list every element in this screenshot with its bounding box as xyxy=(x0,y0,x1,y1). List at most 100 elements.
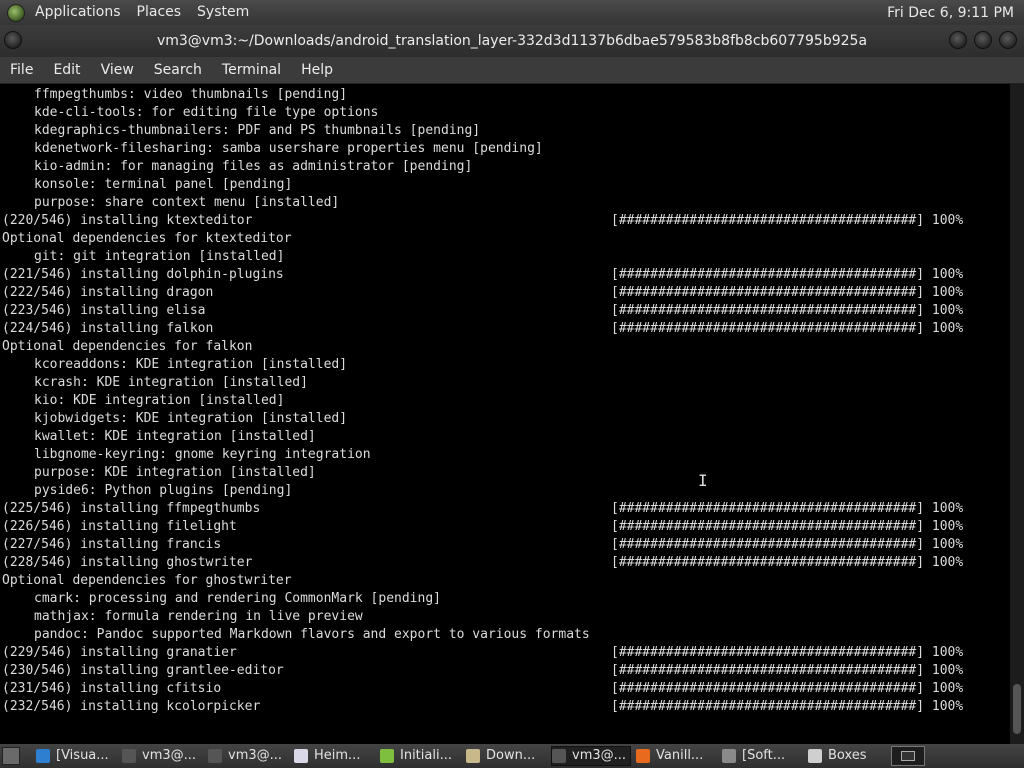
taskbar-item[interactable]: vm3@... xyxy=(551,746,631,766)
window-menu-icon[interactable] xyxy=(4,31,22,49)
terminal-line-text: git: git integration [installed] xyxy=(34,249,285,264)
taskbar-item[interactable]: Heim... xyxy=(294,746,376,766)
install-progress-line: (230/546) installing grantlee-editor [###… xyxy=(2,662,963,680)
terminal-line-text: purpose: share context menu [installed] xyxy=(34,195,340,210)
taskbar-item[interactable]: vm3@... xyxy=(122,746,204,766)
window-titlebar[interactable]: vm3@vm3:~/Downloads/android_translation_… xyxy=(0,25,1024,57)
menu-terminal[interactable]: Terminal xyxy=(212,57,291,83)
maximize-button[interactable] xyxy=(974,31,992,49)
system-menu[interactable]: System xyxy=(189,0,257,25)
terminal-line-text: (230/546) installing grantlee-editor xyxy=(2,663,284,678)
install-progress-line: (224/546) installing falkon [############… xyxy=(2,320,963,338)
taskbar-item-label: vm3@... xyxy=(572,748,627,763)
taskbar-item-label: Vanill... xyxy=(656,748,704,763)
terminal-line-text: libgnome-keyring: gnome keyring integrat… xyxy=(34,447,371,462)
taskbar-item-label: Boxes xyxy=(828,748,867,763)
applications-menu[interactable]: Applications xyxy=(27,0,129,25)
install-progress-line: (231/546) installing cfitsio [###########… xyxy=(2,680,963,698)
distro-logo-icon[interactable] xyxy=(7,3,25,22)
terminal-line-text: kjobwidgets: KDE integration [installed] xyxy=(34,411,348,426)
taskbar: [Visua... vm3@... vm3@... Heim... Initiali..… xyxy=(0,744,1024,768)
menu-search[interactable]: Search xyxy=(144,57,212,83)
progress-bar-text: [######################################]… xyxy=(611,663,964,678)
taskbar-item[interactable]: Boxes xyxy=(808,746,878,766)
terminal-line-text: mathjax: formula rendering in live previ… xyxy=(34,609,363,624)
terminal-line: purpose: share context menu [installed] xyxy=(34,194,339,212)
menu-file[interactable]: File xyxy=(0,57,43,83)
taskbar-item-label: [Visua... xyxy=(56,748,109,763)
install-progress-line: (223/546) installing elisa [#############… xyxy=(2,302,963,320)
terminal-line-text: (227/546) installing francis xyxy=(2,537,222,552)
taskbar-item[interactable]: vm3@... xyxy=(208,746,290,766)
terminal-line-text: ffmpegthumbs: video thumbnails [pending] xyxy=(34,87,348,102)
terminal-line-text: (226/546) installing filelight xyxy=(2,519,237,534)
firefox-icon xyxy=(636,749,650,763)
terminal-line: Optional dependencies for ghostwriter xyxy=(2,572,292,590)
taskbar-item[interactable]: Initiali... xyxy=(380,746,462,766)
terminal-line-text: Optional dependencies for ghostwriter xyxy=(2,573,292,588)
boxes-icon xyxy=(808,749,822,763)
taskbar-item-label: vm3@... xyxy=(142,748,197,763)
taskbar-item-label: Heim... xyxy=(314,748,361,763)
software-icon xyxy=(722,749,736,763)
taskbar-item[interactable]: [Visua... xyxy=(36,746,118,766)
document-icon xyxy=(294,749,308,763)
progress-bar-text: [######################################]… xyxy=(611,213,964,228)
menu-view[interactable]: View xyxy=(91,57,144,83)
terminal-line-text: kio: KDE integration [installed] xyxy=(34,393,285,408)
terminal-output[interactable]: ffmpegthumbs: video thumbnails [pending]… xyxy=(0,84,1010,744)
terminal-line: libgnome-keyring: gnome keyring integrat… xyxy=(34,446,371,464)
install-progress-line: (222/546) installing dragon [############… xyxy=(2,284,963,302)
terminal-line-text: (223/546) installing elisa xyxy=(2,303,206,318)
terminal-line-text: kcrash: KDE integration [installed] xyxy=(34,375,308,390)
terminal-line-text: (228/546) installing ghostwriter xyxy=(2,555,253,570)
vscode-icon xyxy=(36,749,50,763)
close-button[interactable] xyxy=(999,31,1017,49)
terminal-line-text: kde-cli-tools: for editing file type opt… xyxy=(34,105,379,120)
terminal-icon xyxy=(208,749,222,763)
workspace-switcher[interactable] xyxy=(891,746,925,766)
terminal-line: git: git integration [installed] xyxy=(34,248,284,266)
terminal-line-text: pyside6: Python plugins [pending] xyxy=(34,483,293,498)
taskbar-item[interactable]: Vanill... xyxy=(636,746,718,766)
progress-bar-text: [######################################]… xyxy=(611,519,964,534)
install-progress-line: (221/546) installing dolphin-plugins [###… xyxy=(2,266,963,284)
install-progress-line: (228/546) installing ghostwriter [#######… xyxy=(2,554,963,572)
show-desktop-button[interactable] xyxy=(2,747,20,765)
progress-bar-text: [######################################]… xyxy=(611,537,964,552)
minimize-button[interactable] xyxy=(949,31,967,49)
progress-bar-text: [######################################]… xyxy=(611,699,964,714)
terminal-line: kwallet: KDE integration [installed] xyxy=(34,428,316,446)
taskbar-item[interactable]: [Soft... xyxy=(722,746,804,766)
clock[interactable]: Fri Dec 6, 9:11 PM xyxy=(887,5,1024,21)
places-menu[interactable]: Places xyxy=(129,0,190,25)
taskbar-item-label: Initiali... xyxy=(400,748,452,763)
progress-bar-text: [######################################]… xyxy=(611,645,964,660)
install-progress-line: (229/546) installing granatier [#########… xyxy=(2,644,963,662)
terminal-line-text: kio-admin: for managing files as adminis… xyxy=(34,159,473,174)
text-cursor-icon: I xyxy=(698,471,708,490)
install-progress-line: (220/546) installing ktexteditor [#######… xyxy=(2,212,963,230)
terminal-line: purpose: KDE integration [installed] xyxy=(34,464,316,482)
taskbar-item[interactable]: Down... xyxy=(466,746,548,766)
menu-help[interactable]: Help xyxy=(291,57,343,83)
terminal-line: pyside6: Python plugins [pending] xyxy=(34,482,292,500)
menu-edit[interactable]: Edit xyxy=(43,57,90,83)
terminal-line: kcoreaddons: KDE integration [installed] xyxy=(34,356,347,374)
terminal-line: kdegraphics-thumbnailers: PDF and PS thu… xyxy=(34,122,480,140)
terminal-line-text: Optional dependencies for ktexteditor xyxy=(2,231,292,246)
terminal-icon xyxy=(122,749,136,763)
terminal-line-text: cmark: processing and rendering CommonMa… xyxy=(34,591,441,606)
terminal-line: cmark: processing and rendering CommonMa… xyxy=(34,590,441,608)
install-progress-line: (226/546) installing filelight [#########… xyxy=(2,518,963,536)
terminal-line-text: (231/546) installing cfitsio xyxy=(2,681,222,696)
terminal-line-text: pandoc: Pandoc supported Markdown flavor… xyxy=(34,627,590,642)
terminal-scrollbar[interactable] xyxy=(1010,84,1024,744)
terminal-line-text: kcoreaddons: KDE integration [installed] xyxy=(34,357,348,372)
terminal-line: kdenetwork-filesharing: samba usershare … xyxy=(34,140,543,158)
terminal-line: kcrash: KDE integration [installed] xyxy=(34,374,308,392)
terminal-line: kjobwidgets: KDE integration [installed] xyxy=(34,410,347,428)
terminal-line: ffmpegthumbs: video thumbnails [pending] xyxy=(34,86,347,104)
scrollbar-thumb[interactable] xyxy=(1013,684,1021,734)
terminal-line: mathjax: formula rendering in live previ… xyxy=(34,608,363,626)
